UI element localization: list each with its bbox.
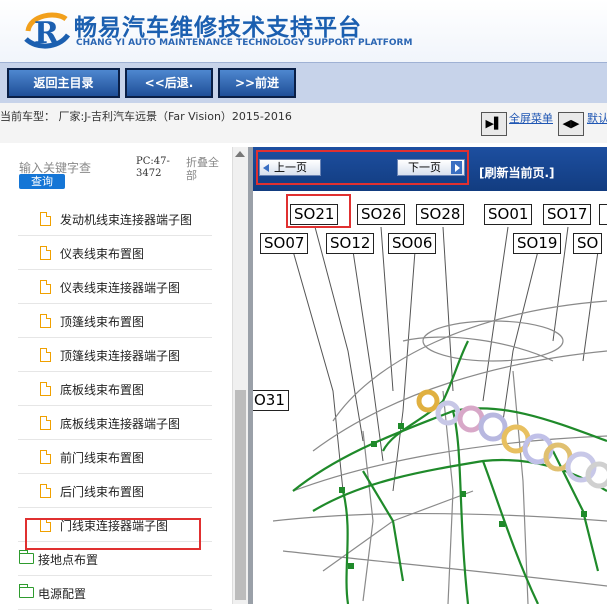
site-header: R 畅易汽车维修技术支持平台 CHANG YI AUTO MAINTENANCE… bbox=[0, 0, 607, 62]
file-icon bbox=[40, 382, 51, 396]
site-subtitle: CHANG YI AUTO MAINTENANCE TECHNOLOGY SUP… bbox=[76, 38, 413, 48]
default-view-icon: ◀▶ bbox=[562, 117, 580, 130]
svg-text:R: R bbox=[34, 16, 60, 51]
fullscreen-menu-button[interactable]: ▶▌ bbox=[481, 112, 507, 136]
file-icon bbox=[40, 348, 51, 362]
current-model-text: 当前车型： 厂家:J-吉利汽车远景（Far Vision）2015-2016 bbox=[0, 110, 292, 123]
connector-label[interactable]: SO06 bbox=[388, 233, 437, 254]
connector-label[interactable]: SO26 bbox=[357, 204, 406, 225]
connector-label[interactable]: SO17 bbox=[543, 204, 592, 225]
refresh-page-link[interactable]: [刷新当前页.] bbox=[479, 164, 555, 181]
tree-item-label: 底板线束连接器端子图 bbox=[60, 417, 181, 431]
connector-label[interactable]: SO bbox=[573, 233, 603, 254]
fullscreen-menu-link[interactable]: 全屏菜单 bbox=[509, 112, 553, 125]
back-button[interactable]: <<后退. bbox=[125, 68, 213, 98]
file-icon bbox=[40, 280, 51, 294]
tree-item[interactable]: 前门线束布置图 bbox=[18, 441, 212, 474]
search-button[interactable]: 查询 bbox=[19, 174, 65, 189]
tree-item-label: 前门线束布置图 bbox=[60, 451, 145, 465]
tree-item-label: 仪表线束连接器端子图 bbox=[60, 281, 181, 295]
connector-label[interactable]: O31 bbox=[253, 390, 289, 411]
diagram-pane: 上一页 下一页 [刷新当前页.] SO21 SO26 SO28 SO01 SO1… bbox=[253, 147, 607, 604]
page-buttons-highlight-box bbox=[256, 150, 469, 185]
tree-folder[interactable]: 电源配置 bbox=[18, 577, 212, 610]
scroll-thumb[interactable] bbox=[235, 390, 246, 600]
tree-item[interactable]: 顶篷线束连接器端子图 bbox=[18, 339, 212, 372]
forward-button[interactable]: >>前进 bbox=[218, 68, 296, 98]
tree-item-label: 后门线束布置图 bbox=[60, 485, 145, 499]
tree-item-label: 底板线束布置图 bbox=[60, 383, 145, 397]
tree-folder-label: 电源配置 bbox=[38, 587, 87, 601]
tree-item-label: 顶篷线束连接器端子图 bbox=[60, 349, 181, 363]
folder-icon bbox=[19, 584, 34, 598]
file-icon bbox=[40, 484, 51, 498]
tree-item[interactable]: 顶篷线束布置图 bbox=[18, 305, 212, 338]
file-icon bbox=[40, 212, 51, 226]
pane-toolbar: 上一页 下一页 [刷新当前页.] bbox=[253, 147, 607, 191]
site-title: 畅易汽车维修技术支持平台 bbox=[74, 15, 362, 41]
tree-item-label: 仪表线束布置图 bbox=[60, 247, 145, 261]
nav-bar: 返回主目录 <<后退. >>前进 bbox=[0, 62, 607, 104]
tree-item[interactable]: 仪表线束连接器端子图 bbox=[18, 271, 212, 304]
collapse-all-link[interactable]: 折叠全部 bbox=[186, 156, 226, 182]
file-icon bbox=[40, 450, 51, 464]
connector-label[interactable]: SO07 bbox=[260, 233, 309, 254]
connector-label[interactable]: SO28 bbox=[416, 204, 465, 225]
connector-label[interactable]: SO01 bbox=[484, 204, 533, 225]
tree-item[interactable]: 仪表线束布置图 bbox=[18, 237, 212, 270]
file-icon bbox=[40, 314, 51, 328]
file-icon bbox=[40, 246, 51, 260]
tree-item-label: 发动机线束连接器端子图 bbox=[60, 213, 193, 227]
tree-item-label: 顶篷线束布置图 bbox=[60, 315, 145, 329]
tree-folder-label: 接地点布置 bbox=[38, 553, 99, 567]
tree-item-selected[interactable]: 底板线束布置图 bbox=[18, 373, 212, 406]
default-view-button[interactable]: ◀▶ bbox=[558, 112, 584, 136]
return-home-button[interactable]: 返回主目录 bbox=[7, 68, 120, 98]
folder-icon bbox=[19, 550, 34, 564]
selection-highlight-box bbox=[25, 518, 201, 550]
logo-icon: R bbox=[24, 12, 70, 51]
model-bar: 当前车型： 厂家:J-吉利汽车远景（Far Vision）2015-2016 ▶… bbox=[0, 103, 607, 143]
connector-label[interactable]: SO19 bbox=[513, 233, 562, 254]
sidebar: 输入关键字查 查询 PC:47-3472 折叠全部 发动机线束连接器端子图 仪表… bbox=[0, 147, 248, 610]
pc-code: PC:47-3472 bbox=[136, 156, 170, 179]
tree-item[interactable]: 后门线束布置图 bbox=[18, 475, 212, 508]
connector-highlight-box bbox=[286, 194, 351, 228]
default-view-link[interactable]: 默认视图 bbox=[587, 112, 607, 125]
connector-label-partial bbox=[599, 204, 607, 225]
tree-item[interactable]: 发动机线束连接器端子图 bbox=[18, 203, 212, 236]
sidebar-scrollbar[interactable] bbox=[232, 147, 248, 604]
tree-item[interactable]: 底板线束连接器端子图 bbox=[18, 407, 212, 440]
fullscreen-icon: ▶▌ bbox=[485, 117, 503, 130]
harness-diagram[interactable]: SO21 SO26 SO28 SO01 SO17 SO07 SO12 SO06 … bbox=[253, 191, 607, 604]
connector-label[interactable]: SO12 bbox=[326, 233, 375, 254]
file-icon bbox=[40, 416, 51, 430]
scroll-up-icon[interactable] bbox=[235, 151, 245, 157]
